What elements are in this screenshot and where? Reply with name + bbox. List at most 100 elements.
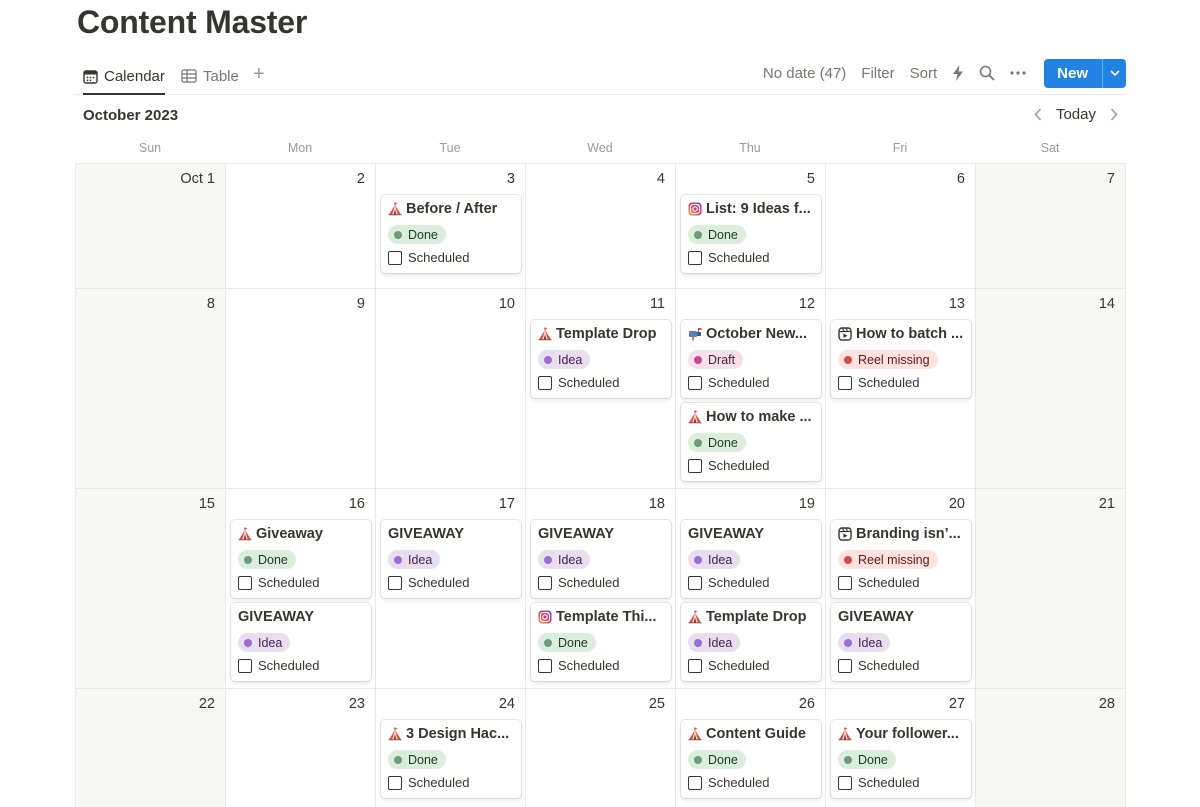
tab-calendar[interactable]: Calendar — [83, 58, 165, 95]
scheduled-checkbox[interactable] — [688, 775, 702, 790]
status-badge[interactable]: Idea — [388, 550, 441, 569]
content-card[interactable]: Template Drop Idea Scheduled — [531, 320, 671, 398]
scheduled-checkbox[interactable] — [538, 375, 552, 390]
calendar-day-cell[interactable]: 8 — [76, 289, 226, 489]
calendar-day-cell[interactable]: 12 October New... Draft Scheduled How to mak… — [676, 289, 826, 489]
scheduled-checkbox[interactable] — [238, 575, 252, 590]
status-badge[interactable]: Done — [688, 750, 746, 769]
content-card[interactable]: 3 Design Hac... Done Scheduled — [381, 720, 521, 798]
calendar-day-cell[interactable]: 14 — [976, 289, 1126, 489]
content-card[interactable]: Template Thi... Done Scheduled — [531, 603, 671, 681]
calendar-day-cell[interactable]: 24 3 Design Hac... Done Scheduled — [376, 689, 526, 807]
chevron-right-icon[interactable] — [1110, 108, 1118, 121]
automation-icon[interactable] — [952, 65, 964, 81]
calendar-day-cell[interactable]: 25 — [526, 689, 676, 807]
status-badge[interactable]: Idea — [838, 633, 891, 652]
status-badge[interactable]: Done — [538, 633, 596, 652]
calendar-day-cell[interactable]: 18 GIVEAWAY Idea Scheduled Template Thi... Do… — [526, 489, 676, 689]
status-badge[interactable]: Idea — [688, 633, 741, 652]
calendar-day-cell[interactable]: 3 Before / After Done Scheduled — [376, 164, 526, 289]
add-view-button[interactable]: + — [253, 64, 265, 84]
status-badge[interactable]: Done — [838, 750, 896, 769]
tab-table[interactable]: Table — [181, 58, 239, 94]
status-badge[interactable]: Done — [388, 750, 446, 769]
scheduled-checkbox[interactable] — [688, 375, 702, 390]
day-number: 23 — [348, 696, 365, 712]
calendar-day-cell[interactable]: 10 — [376, 289, 526, 489]
scheduled-checkbox[interactable] — [538, 658, 552, 673]
scheduled-checkbox[interactable] — [838, 658, 852, 673]
content-card[interactable]: GIVEAWAY Idea Scheduled — [231, 603, 371, 681]
calendar-day-cell[interactable]: 13 How to batch ... Reel missing Scheduled — [826, 289, 976, 489]
content-card[interactable]: Branding isn’... Reel missing Scheduled — [831, 520, 971, 598]
calendar-day-cell[interactable]: Oct 1 — [76, 164, 226, 289]
calendar-day-cell[interactable]: 6 — [826, 164, 976, 289]
calendar-day-cell[interactable]: 17 GIVEAWAY Idea Scheduled — [376, 489, 526, 689]
content-card[interactable]: How to batch ... Reel missing Scheduled — [831, 320, 971, 398]
scheduled-checkbox[interactable] — [688, 458, 702, 473]
content-card[interactable]: GIVEAWAY Idea Scheduled — [381, 520, 521, 598]
content-card[interactable]: GIVEAWAY Idea Scheduled — [531, 520, 671, 598]
content-card[interactable]: Content Guide Done Scheduled — [681, 720, 821, 798]
scheduled-row: Scheduled — [838, 658, 919, 673]
scheduled-checkbox[interactable] — [388, 250, 402, 265]
content-card[interactable]: Giveaway Done Scheduled — [231, 520, 371, 598]
scheduled-checkbox[interactable] — [688, 250, 702, 265]
content-card[interactable]: GIVEAWAY Idea Scheduled — [681, 520, 821, 598]
content-card[interactable]: How to make ... Done Scheduled — [681, 403, 821, 481]
no-date-button[interactable]: No date (47) — [763, 65, 846, 82]
status-badge[interactable]: Reel missing — [838, 550, 938, 569]
calendar-day-cell[interactable]: 21 — [976, 489, 1126, 689]
calendar-day-cell[interactable]: 28 — [976, 689, 1126, 807]
content-card[interactable]: Your follower... Done Scheduled — [831, 720, 971, 798]
calendar-day-cell[interactable]: 19 GIVEAWAY Idea Scheduled Template Drop Idea… — [676, 489, 826, 689]
content-card[interactable]: Before / After Done Scheduled — [381, 195, 521, 273]
status-badge[interactable]: Reel missing — [838, 350, 938, 369]
status-badge[interactable]: Draft — [688, 350, 744, 369]
status-badge[interactable]: Idea — [538, 350, 591, 369]
more-options-icon[interactable] — [1010, 71, 1026, 75]
status-badge[interactable]: Done — [688, 225, 746, 244]
content-card[interactable]: Template Drop Idea Scheduled — [681, 603, 821, 681]
status-badge[interactable]: Done — [688, 433, 746, 452]
calendar-day-cell[interactable]: 7 — [976, 164, 1126, 289]
scheduled-checkbox[interactable] — [838, 375, 852, 390]
calendar-day-cell[interactable]: 22 — [76, 689, 226, 807]
sort-button[interactable]: Sort — [910, 65, 938, 82]
chevron-left-icon[interactable] — [1034, 108, 1042, 121]
status-badge[interactable]: Idea — [688, 550, 741, 569]
calendar-day-cell[interactable]: 2 — [226, 164, 376, 289]
filter-button[interactable]: Filter — [861, 65, 894, 82]
content-card[interactable]: GIVEAWAY Idea Scheduled — [831, 603, 971, 681]
day-number: 9 — [356, 296, 365, 312]
scheduled-checkbox[interactable] — [838, 575, 852, 590]
calendar-day-cell[interactable]: 9 — [226, 289, 376, 489]
scheduled-checkbox[interactable] — [688, 658, 702, 673]
scheduled-checkbox[interactable] — [688, 575, 702, 590]
scheduled-checkbox[interactable] — [238, 658, 252, 673]
status-badge[interactable]: Idea — [538, 550, 591, 569]
content-card[interactable]: List: 9 Ideas f... Done Scheduled — [681, 195, 821, 273]
status-badge[interactable]: Done — [238, 550, 296, 569]
scheduled-checkbox[interactable] — [388, 575, 402, 590]
scheduled-row: Scheduled — [688, 250, 769, 265]
calendar-day-cell[interactable]: 15 — [76, 489, 226, 689]
status-badge[interactable]: Idea — [238, 633, 291, 652]
search-icon[interactable] — [979, 65, 995, 81]
calendar-day-cell[interactable]: 4 — [526, 164, 676, 289]
today-button[interactable]: Today — [1056, 106, 1096, 123]
calendar-day-cell[interactable]: 23 — [226, 689, 376, 807]
status-badge[interactable]: Done — [388, 225, 446, 244]
calendar-day-cell[interactable]: 20 Branding isn’... Reel missing Scheduled G… — [826, 489, 976, 689]
content-card[interactable]: October New... Draft Scheduled — [681, 320, 821, 398]
new-button[interactable]: New — [1044, 59, 1102, 88]
chevron-down-icon[interactable] — [1102, 58, 1126, 88]
scheduled-checkbox[interactable] — [838, 775, 852, 790]
scheduled-checkbox[interactable] — [388, 775, 402, 790]
calendar-day-cell[interactable]: 27 Your follower... Done Scheduled — [826, 689, 976, 807]
calendar-day-cell[interactable]: 26 Content Guide Done Scheduled — [676, 689, 826, 807]
calendar-day-cell[interactable]: 11 Template Drop Idea Scheduled — [526, 289, 676, 489]
scheduled-checkbox[interactable] — [538, 575, 552, 590]
calendar-day-cell[interactable]: 16 Giveaway Done Scheduled GIVEAWAY Idea Sched… — [226, 489, 376, 689]
calendar-day-cell[interactable]: 5 List: 9 Ideas f... Done Scheduled — [676, 164, 826, 289]
